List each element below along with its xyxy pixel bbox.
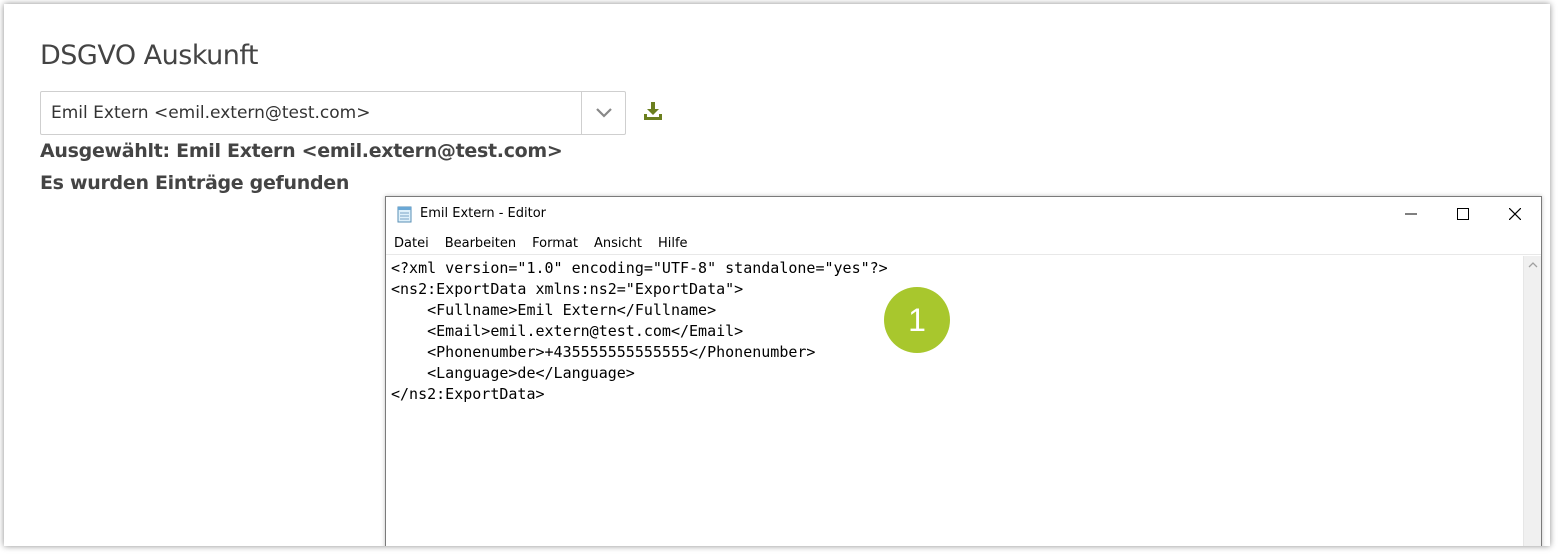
- app-frame: DSGVO Auskunft Emil Extern <emil.extern@…: [4, 4, 1550, 546]
- text-line: <Email>emil.extern@test.com</Email>: [391, 322, 744, 340]
- editor-text-area[interactable]: <?xml version="1.0" encoding="UTF-8" sta…: [386, 256, 1523, 546]
- download-icon[interactable]: [642, 100, 664, 122]
- text-line: <?xml version="1.0" encoding="UTF-8" sta…: [391, 259, 888, 277]
- text-line: <ns2:ExportData xmlns:ns2="ExportData">: [391, 280, 744, 298]
- menu-datei[interactable]: Datei: [394, 236, 429, 251]
- status-text: Es wurden Einträge gefunden: [40, 172, 350, 194]
- text-line: </ns2:ExportData>: [391, 385, 545, 403]
- selected-user-text: Ausgewählt: Emil Extern <emil.extern@tes…: [40, 140, 563, 162]
- menu-bar: Datei Bearbeiten Format Ansicht Hilfe: [386, 233, 1541, 255]
- menu-hilfe[interactable]: Hilfe: [658, 236, 688, 251]
- text-line: <Fullname>Emil Extern</Fullname>: [391, 301, 717, 319]
- window-title: Emil Extern - Editor: [420, 206, 547, 221]
- text-line: <Phonenumber>+435555555555555</Phonenumb…: [391, 343, 816, 361]
- menu-bearbeiten[interactable]: Bearbeiten: [445, 236, 516, 251]
- chevron-down-icon[interactable]: [581, 92, 625, 134]
- callout-badge: 1: [884, 287, 950, 353]
- notepad-window[interactable]: Emil Extern - Editor Datei Bearbeiten Fo…: [385, 196, 1542, 546]
- page-title: DSGVO Auskunft: [40, 40, 258, 71]
- vertical-scrollbar[interactable]: [1523, 256, 1541, 546]
- window-titlebar[interactable]: Emil Extern - Editor: [386, 197, 1541, 230]
- menu-format[interactable]: Format: [532, 236, 578, 251]
- close-icon[interactable]: [1489, 197, 1541, 230]
- minimize-icon[interactable]: [1385, 197, 1437, 230]
- menu-ansicht[interactable]: Ansicht: [594, 236, 642, 251]
- window-controls: [1385, 197, 1541, 230]
- notepad-icon: [396, 205, 414, 223]
- user-select[interactable]: Emil Extern <emil.extern@test.com>: [40, 91, 626, 135]
- scroll-up-icon[interactable]: [1524, 256, 1542, 274]
- maximize-icon[interactable]: [1437, 197, 1489, 230]
- user-select-value: Emil Extern <emil.extern@test.com>: [51, 103, 371, 123]
- text-line: <Language>de</Language>: [391, 364, 635, 382]
